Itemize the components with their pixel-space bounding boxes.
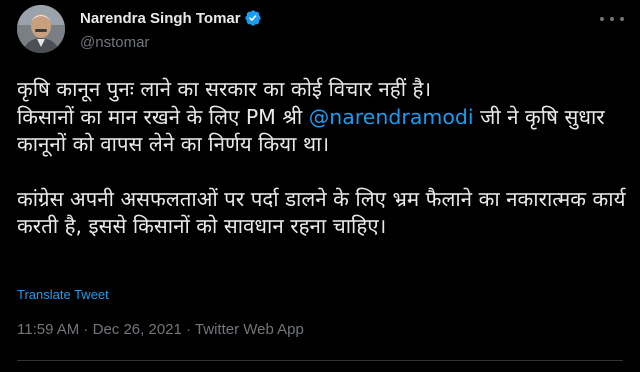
more-options-icon[interactable]	[600, 10, 624, 28]
tweet-time[interactable]: 11:59 AM	[17, 321, 79, 338]
avatar-photo	[17, 5, 65, 53]
tweet-meta: 11:59 AM · Dec 26, 2021 · Twitter Web Ap…	[17, 321, 304, 338]
divider	[17, 360, 623, 361]
user-handle[interactable]: @nstomar	[80, 34, 262, 51]
avatar[interactable]	[17, 5, 65, 53]
tweet-line-2-prefix: किसानों का मान रखने के लिए PM श्री	[17, 104, 309, 129]
verified-badge-icon	[244, 9, 262, 27]
meta-separator: ·	[181, 321, 195, 338]
tweet-card: Narendra Singh Tomar @nstomar कृषि कानून…	[0, 0, 640, 372]
author-block: Narendra Singh Tomar @nstomar	[80, 8, 262, 51]
tweet-line-1: कृषि कानून पुनः लाने का सरकार का कोई विच…	[17, 77, 432, 101]
mention-link[interactable]: @narendramodi	[309, 105, 474, 129]
display-name[interactable]: Narendra Singh Tomar	[80, 10, 241, 27]
meta-separator: ·	[79, 321, 93, 338]
tweet-source-app[interactable]: Twitter Web App	[195, 321, 304, 338]
tweet-paragraph-1: कृषि कानून पुनः लाने का सरकार का कोई विच…	[17, 76, 632, 159]
tweet-text: कृषि कानून पुनः लाने का सरकार का कोई विच…	[17, 76, 632, 241]
name-row: Narendra Singh Tomar	[80, 8, 262, 28]
tweet-date[interactable]: Dec 26, 2021	[93, 321, 182, 338]
tweet-paragraph-2: कांग्रेस अपनी असफलताओं पर पर्दा डालने के…	[17, 186, 626, 239]
translate-tweet-link[interactable]: Translate Tweet	[17, 287, 109, 302]
